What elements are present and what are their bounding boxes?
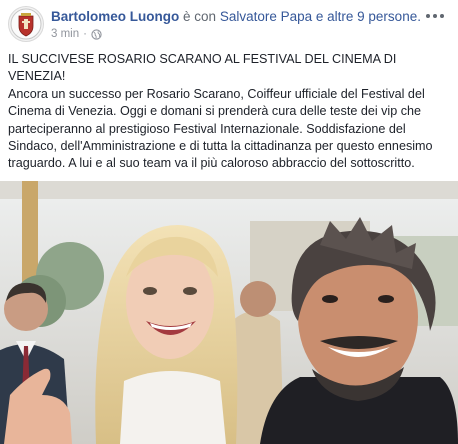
more-dot — [426, 14, 430, 18]
more-options-icon[interactable] — [424, 8, 446, 24]
tagged-person-link[interactable]: Salvatore Papa — [220, 9, 312, 24]
post-meta: 3 min · — [51, 28, 102, 40]
author-avatar[interactable] — [8, 6, 44, 42]
more-dot — [433, 14, 437, 18]
meta-separator: · — [83, 28, 87, 40]
selfie-photo-illustration — [0, 181, 458, 444]
author-line: Bartolomeo Luongo è con Salvatore Papa e… — [51, 9, 421, 25]
post-header: Bartolomeo Luongo è con Salvatore Papa e… — [8, 6, 450, 46]
post-headline: IL SUCCIVESE ROSARIO SCARANO AL FESTIVAL… — [8, 52, 397, 84]
post-body: Ancora un successo per Rosario Scarano, … — [8, 86, 433, 171]
tagged-others-link[interactable]: e altre 9 persone. — [316, 9, 421, 24]
author-name-link[interactable]: Bartolomeo Luongo — [51, 9, 179, 24]
post-message: IL SUCCIVESE ROSARIO SCARANO AL FESTIVAL… — [8, 51, 448, 173]
with-connector-text: è con — [183, 9, 217, 24]
municipal-crest-icon — [10, 8, 42, 40]
post-photo[interactable] — [0, 181, 458, 444]
post-timestamp[interactable]: 3 min — [51, 28, 79, 40]
globe-icon[interactable] — [91, 28, 102, 40]
more-dot — [440, 14, 444, 18]
